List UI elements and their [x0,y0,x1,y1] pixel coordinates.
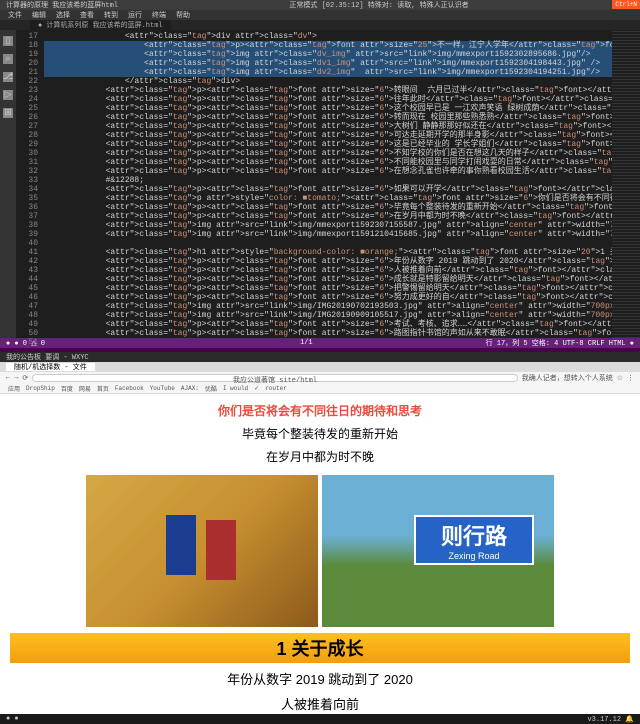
browser-title: 我的公告板 要调 - WXYC [6,352,89,362]
forward-icon[interactable]: → [14,374,18,382]
bm-2[interactable]: 百度 [61,384,73,393]
address-bar[interactable]: 我应公道著馆 site/html [32,374,517,382]
taskbar-right[interactable]: v3.17.12 🔔 [587,715,634,724]
bm-13[interactable]: router [265,385,287,392]
section-heading-orange: 1 关于成长 [10,633,630,663]
bm-1[interactable]: DropShip [26,385,55,392]
photo-road-sign: 则行路 Zexing Road [322,475,554,627]
browser-tabstrip: 随机/机选择数 - 文件 [0,362,640,372]
subtext-2: 在岁月中都为时不晚 [0,448,640,465]
reload-icon[interactable]: ⟳ [22,374,28,383]
debug-icon[interactable]: ▷ [3,90,13,100]
ide-menubar: 文件 编辑 选择 查看 转到 运行 终端 帮助 [0,10,640,20]
photo-row: 则行路 Zexing Road [0,475,640,627]
photo-reflection [86,475,318,627]
status-right[interactable]: 行 17，列 5 空格: 4 UTF-8 CRLF HTML ● [486,338,634,348]
ide-statusbar: ● ● 0 △ 0 1/1 行 17，列 5 空格: 4 UTF-8 CRLF … [0,338,640,348]
red-headline: 你们是否将会有不同往日的期待和思考 [0,402,640,419]
menu-terminal[interactable]: 终端 [152,10,166,20]
addr-right: 我确人记者，想转入个人系统 [522,373,613,383]
road-sign: 则行路 Zexing Road [414,515,534,565]
browser-toolbar: ← → ⟳ 我应公道著馆 site/html 我确人记者，想转入个人系统 ☆ ⋮ [0,372,640,384]
code-editor[interactable]: <attr">class="tag">div attr">class="dv">… [44,30,612,338]
sign-cn: 则行路 [416,519,532,551]
editor-tab[interactable]: ● 计算机系列原 我应该希的蓝屏.html [30,20,171,30]
ide-titlebar: 计算器的原理 我应该希的蓝屏html 正常模式 [02.35:12] 特殊对: … [0,0,640,10]
body-line-1: 年份从数字 2019 跳动到了 2020 [0,669,640,688]
menu-help[interactable]: 帮助 [176,10,190,20]
menu-go[interactable]: 转到 [104,10,118,20]
menu-run[interactable]: 运行 [128,10,142,20]
browser-titlebar: 我的公告板 要调 - WXYC [0,352,640,362]
menu-file[interactable]: 文件 [8,10,22,20]
star-icon[interactable]: ☆ [617,374,623,383]
activity-bar: ▯ ⌕ ⎇ ▷ ⊞ [0,30,16,338]
menu-icon[interactable]: ⋮ [627,374,634,383]
taskbar-left[interactable]: ● ● [6,715,19,723]
bookmarks-bar: 应用 DropShip 百度 网易 首页 Facebook YouTube AJ… [0,384,640,394]
subtext-1: 毕竟每个整装待发的重新开始 [0,425,640,442]
bm-7[interactable]: AJAX: [181,385,199,392]
bm-apps[interactable]: 应用 [8,384,20,393]
os-taskbar[interactable]: ● ● v3.17.12 🔔 [0,714,640,724]
bm-3[interactable]: 网易 [79,384,91,393]
ide-pane: 计算器的原理 我应该希的蓝屏html 正常模式 [02.35:12] 特殊对: … [0,0,640,348]
files-icon[interactable]: ▯ [3,36,13,46]
search-icon[interactable]: ⌕ [3,54,13,64]
bm-12[interactable]: ✓ [254,385,259,392]
back-icon[interactable]: ← [6,374,10,382]
ide-tab-strip: ● 计算机系列原 我应该希的蓝屏.html [0,20,640,30]
menu-edit[interactable]: 编辑 [32,10,46,20]
ide-center-status: 正常模式 [02.35:12] 特殊对: 读取, 特殊人正认识者 [124,0,634,10]
page-content: 你们是否将会有不同往日的期待和思考 毕竟每个整装待发的重新开始 在岁月中都为时不… [0,394,640,714]
browser-pane: 我的公告板 要调 - WXYC 随机/机选择数 - 文件 ← → ⟳ 我应公道著… [0,352,640,714]
ext-icon[interactable]: ⊞ [3,108,13,118]
body-line-2: 人被推着向前 [0,694,640,713]
bm-5[interactable]: Facebook [115,385,144,392]
find-count: 1/1 [300,339,313,347]
menu-select[interactable]: 选择 [56,10,70,20]
bm-8[interactable]: 优酷 [205,384,217,393]
line-gutter: 1718192021222324252627282930313233343536… [16,30,44,338]
hotkey-badge: Ctrl+N [612,0,640,9]
bm-4[interactable]: 首页 [97,384,109,393]
git-icon[interactable]: ⎇ [3,72,13,82]
status-left[interactable]: ● ● 0 △ 0 [6,339,45,348]
ide-title: 计算器的原理 我应该希的蓝屏html [6,0,118,10]
menu-view[interactable]: 查看 [80,10,94,20]
browser-tab[interactable]: 随机/机选择数 - 文件 [6,363,95,371]
bm-6[interactable]: YouTube [150,385,175,392]
sign-en: Zexing Road [416,551,532,561]
minimap[interactable] [612,30,640,338]
bm-11[interactable]: I would [223,385,248,392]
